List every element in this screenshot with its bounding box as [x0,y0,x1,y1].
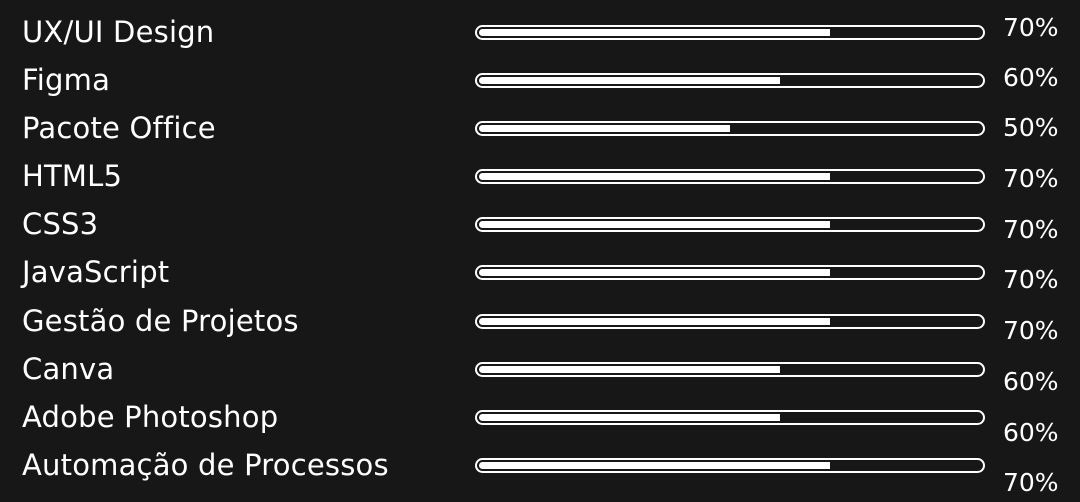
skill-progress-bar [475,362,985,377]
skill-progress-fill [479,29,830,36]
skill-label: CSS3 [22,207,99,241]
skill-percent: 60% [1003,63,1059,92]
skill-row: Gestão de Projetos 70% [0,301,1080,345]
skill-label: Canva [22,352,115,386]
skill-percent: 70% [1003,215,1059,244]
skill-percent: 70% [1003,316,1059,345]
skill-progress-fill [479,414,780,421]
skill-row: Automação de Processos 70% [0,445,1080,497]
skill-label: Adobe Photoshop [22,400,279,434]
skill-percent: 70% [1003,164,1059,193]
skill-progress-fill [479,462,830,469]
skill-row: CSS3 70% [0,204,1080,244]
skill-progress-fill [479,269,830,276]
skill-percent: 50% [1003,113,1059,142]
skill-percent: 70% [1003,13,1059,42]
skills-list: UX/UI Design 70% Figma 60% Pacote Office… [0,0,1080,502]
skill-progress-fill [479,318,830,325]
skill-progress-fill [479,366,780,373]
skill-progress-fill [479,173,830,180]
skill-progress-bar [475,314,985,329]
skill-progress-bar [475,410,985,425]
skill-row: Canva 60% [0,349,1080,396]
skill-progress-bar [475,458,985,473]
skill-label: Pacote Office [22,111,216,145]
skill-row: Pacote Office 50% [0,108,1080,148]
skill-row: Figma 60% [0,60,1080,100]
skill-percent: 70% [1003,265,1059,294]
skill-percent: 70% [1003,468,1059,497]
skill-progress-fill [479,125,730,132]
skill-label: HTML5 [22,159,123,193]
skill-progress-bar [475,217,985,232]
skill-percent: 60% [1003,367,1059,396]
skill-progress-fill [479,221,830,228]
skill-label: Automação de Processos [22,448,389,482]
skill-row: Adobe Photoshop 60% [0,397,1080,447]
skill-label: Figma [22,63,111,97]
skill-progress-bar [475,121,985,136]
skill-percent: 60% [1003,418,1059,447]
skill-label: JavaScript [22,255,170,289]
skill-progress-fill [479,77,780,84]
skill-row: JavaScript 70% [0,252,1080,294]
skill-progress-bar [475,73,985,88]
skill-row: UX/UI Design 70% [0,12,1080,52]
skill-label: UX/UI Design [22,15,215,49]
skill-progress-bar [475,169,985,184]
skill-row: HTML5 70% [0,156,1080,196]
skill-progress-bar [475,265,985,280]
skill-label: Gestão de Projetos [22,304,299,338]
skill-progress-bar [475,25,985,40]
